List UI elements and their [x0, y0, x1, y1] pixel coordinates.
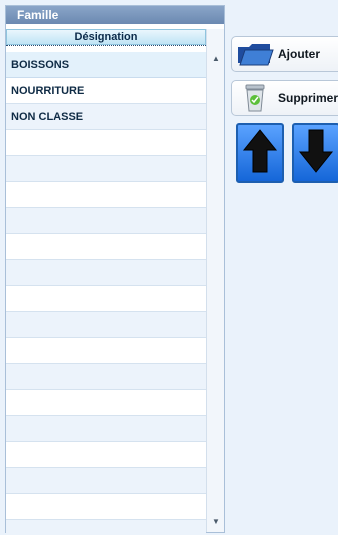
grid-rows: BOISSONS NOURRITURE NON CLASSE	[6, 52, 206, 535]
table-row[interactable]	[6, 364, 206, 390]
table-row[interactable]	[6, 442, 206, 468]
table-row[interactable]	[6, 520, 206, 535]
table-row[interactable]	[6, 208, 206, 234]
table-row[interactable]	[6, 390, 206, 416]
grid-scrollbar[interactable]: ▲ ▼	[206, 29, 224, 532]
column-header-separator	[6, 45, 206, 47]
table-row[interactable]	[6, 182, 206, 208]
table-row[interactable]	[6, 468, 206, 494]
arrow-down-icon	[297, 127, 335, 180]
delete-button[interactable]: Supprimer	[231, 80, 338, 116]
add-button-label: Ajouter	[278, 47, 320, 61]
add-button[interactable]: Ajouter	[231, 36, 338, 72]
table-row[interactable]	[6, 260, 206, 286]
table-row[interactable]: NON CLASSE	[6, 104, 206, 130]
scroll-up-icon[interactable]: ▲	[207, 51, 225, 67]
table-row[interactable]: BOISSONS	[6, 52, 206, 78]
arrow-up-icon	[241, 127, 279, 180]
delete-button-label: Supprimer	[278, 91, 338, 105]
table-row[interactable]	[6, 494, 206, 520]
table-row[interactable]	[6, 416, 206, 442]
column-header-designation[interactable]: Désignation	[6, 29, 206, 45]
trash-icon	[232, 81, 278, 115]
scroll-down-icon[interactable]: ▼	[207, 514, 225, 530]
famille-group: Famille Désignation BOISSONS NOURRITURE …	[5, 5, 225, 535]
table-row[interactable]: NOURRITURE	[6, 78, 206, 104]
famille-grid[interactable]: Désignation BOISSONS NOURRITURE NON CLAS…	[6, 24, 224, 535]
move-up-button[interactable]	[236, 123, 284, 183]
table-row[interactable]	[6, 130, 206, 156]
table-row[interactable]	[6, 338, 206, 364]
table-row[interactable]	[6, 286, 206, 312]
table-row[interactable]	[6, 234, 206, 260]
move-down-button[interactable]	[292, 123, 338, 183]
table-row[interactable]	[6, 312, 206, 338]
famille-title: Famille	[6, 6, 224, 24]
folder-icon	[232, 37, 278, 71]
table-row[interactable]	[6, 156, 206, 182]
